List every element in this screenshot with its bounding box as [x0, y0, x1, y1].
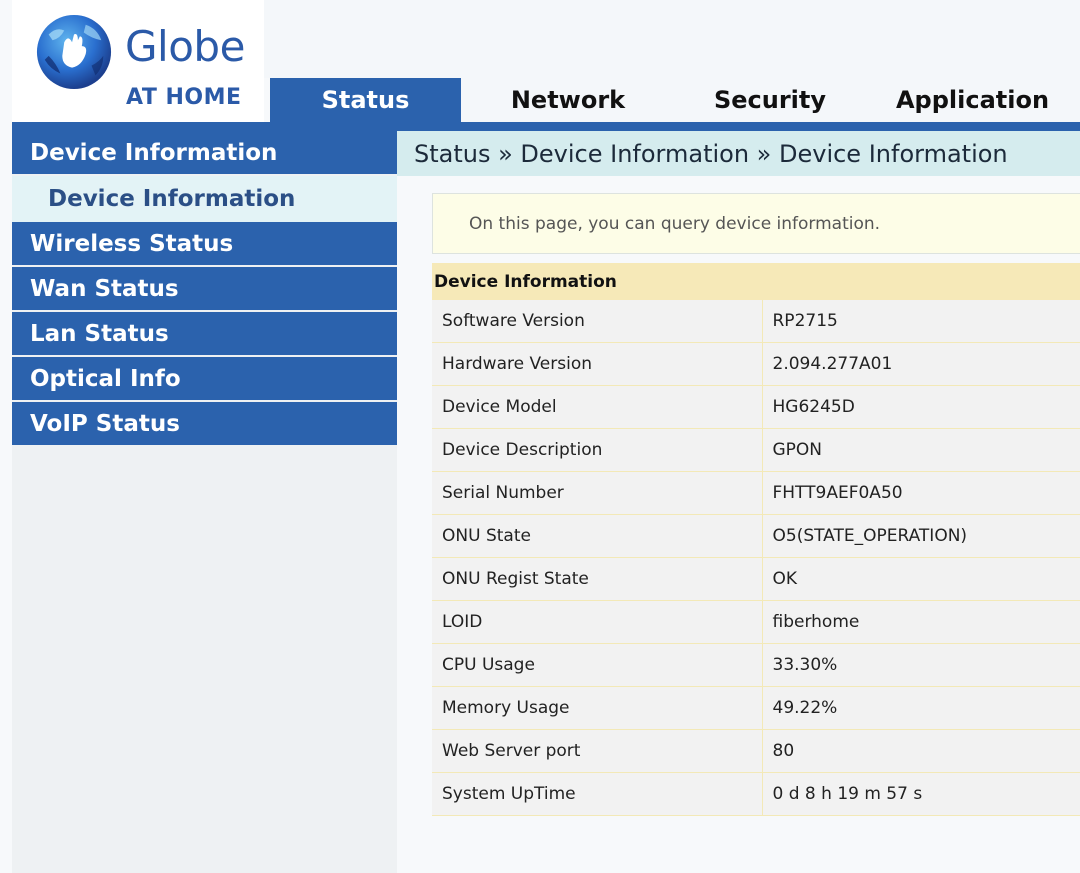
sidebar-item-wireless-status[interactable]: Wireless Status: [12, 222, 397, 265]
tab-security[interactable]: Security: [675, 78, 865, 122]
sidebar-item-wan-status[interactable]: Wan Status: [12, 267, 397, 310]
sidebar-item-voip-status[interactable]: VoIP Status: [12, 402, 397, 445]
row-label: ONU Regist State: [432, 557, 763, 601]
row-value: OK: [762, 557, 1080, 601]
table-row: ONU State O5(STATE_OPERATION): [432, 514, 1080, 558]
nav-divider-bar: [12, 122, 1080, 131]
row-value: 49.22%: [762, 686, 1080, 730]
sidebar-subitem-device-information[interactable]: Device Information: [12, 176, 397, 222]
row-value: O5(STATE_OPERATION): [762, 514, 1080, 558]
tab-status[interactable]: Status: [270, 78, 461, 122]
row-label: ONU State: [432, 514, 763, 558]
sidebar-item-optical-info[interactable]: Optical Info: [12, 357, 397, 400]
row-value: 80: [762, 729, 1080, 773]
table-row: Memory Usage 49.22%: [432, 686, 1080, 730]
table-row: ONU Regist State OK: [432, 557, 1080, 601]
page-description: On this page, you can query device infor…: [432, 193, 1080, 254]
sidebar-item-lan-status[interactable]: Lan Status: [12, 312, 397, 355]
row-label: Web Server port: [432, 729, 763, 773]
row-label: Device Model: [432, 385, 763, 429]
brand-name: Globe: [125, 22, 245, 71]
device-info-table: Device Information Software Version RP27…: [432, 263, 1080, 816]
row-label: Device Description: [432, 428, 763, 472]
table-row: Device Description GPON: [432, 428, 1080, 472]
top-navigation: Status Network Security Application: [270, 78, 1080, 122]
row-value: 2.094.277A01: [762, 342, 1080, 386]
row-value: RP2715: [762, 300, 1080, 343]
sidebar-item-device-information[interactable]: Device Information: [12, 131, 397, 174]
table-row: Hardware Version 2.094.277A01: [432, 342, 1080, 386]
header-logo[interactable]: Globe AT HOME: [12, 0, 264, 122]
table-row: Web Server port 80: [432, 729, 1080, 773]
table-row: Device Model HG6245D: [432, 385, 1080, 429]
brand-tagline: AT HOME: [126, 85, 242, 110]
table-row: LOID fiberhome: [432, 600, 1080, 644]
breadcrumb: Status » Device Information » Device Inf…: [397, 131, 1080, 176]
row-value: GPON: [762, 428, 1080, 472]
row-label: Hardware Version: [432, 342, 763, 386]
row-label: System UpTime: [432, 772, 763, 816]
sidebar: Device Information Device Information Wi…: [12, 131, 397, 873]
tab-network[interactable]: Network: [461, 78, 675, 122]
globe-hand-logo-icon: [36, 14, 112, 90]
row-value: FHTT9AEF0A50: [762, 471, 1080, 515]
tab-application[interactable]: Application: [865, 78, 1080, 122]
row-label: CPU Usage: [432, 643, 763, 687]
table-row: CPU Usage 33.30%: [432, 643, 1080, 687]
row-value: 33.30%: [762, 643, 1080, 687]
row-label: LOID: [432, 600, 763, 644]
row-value: HG6245D: [762, 385, 1080, 429]
row-label: Serial Number: [432, 471, 763, 515]
table-title: Device Information: [432, 263, 1080, 300]
header-background: [264, 0, 1080, 78]
table-row: Serial Number FHTT9AEF0A50: [432, 471, 1080, 515]
row-label: Software Version: [432, 300, 763, 343]
row-label: Memory Usage: [432, 686, 763, 730]
row-value: fiberhome: [762, 600, 1080, 644]
table-row: System UpTime 0 d 8 h 19 m 57 s: [432, 772, 1080, 816]
table-row: Software Version RP2715: [432, 300, 1080, 343]
row-value: 0 d 8 h 19 m 57 s: [762, 772, 1080, 816]
